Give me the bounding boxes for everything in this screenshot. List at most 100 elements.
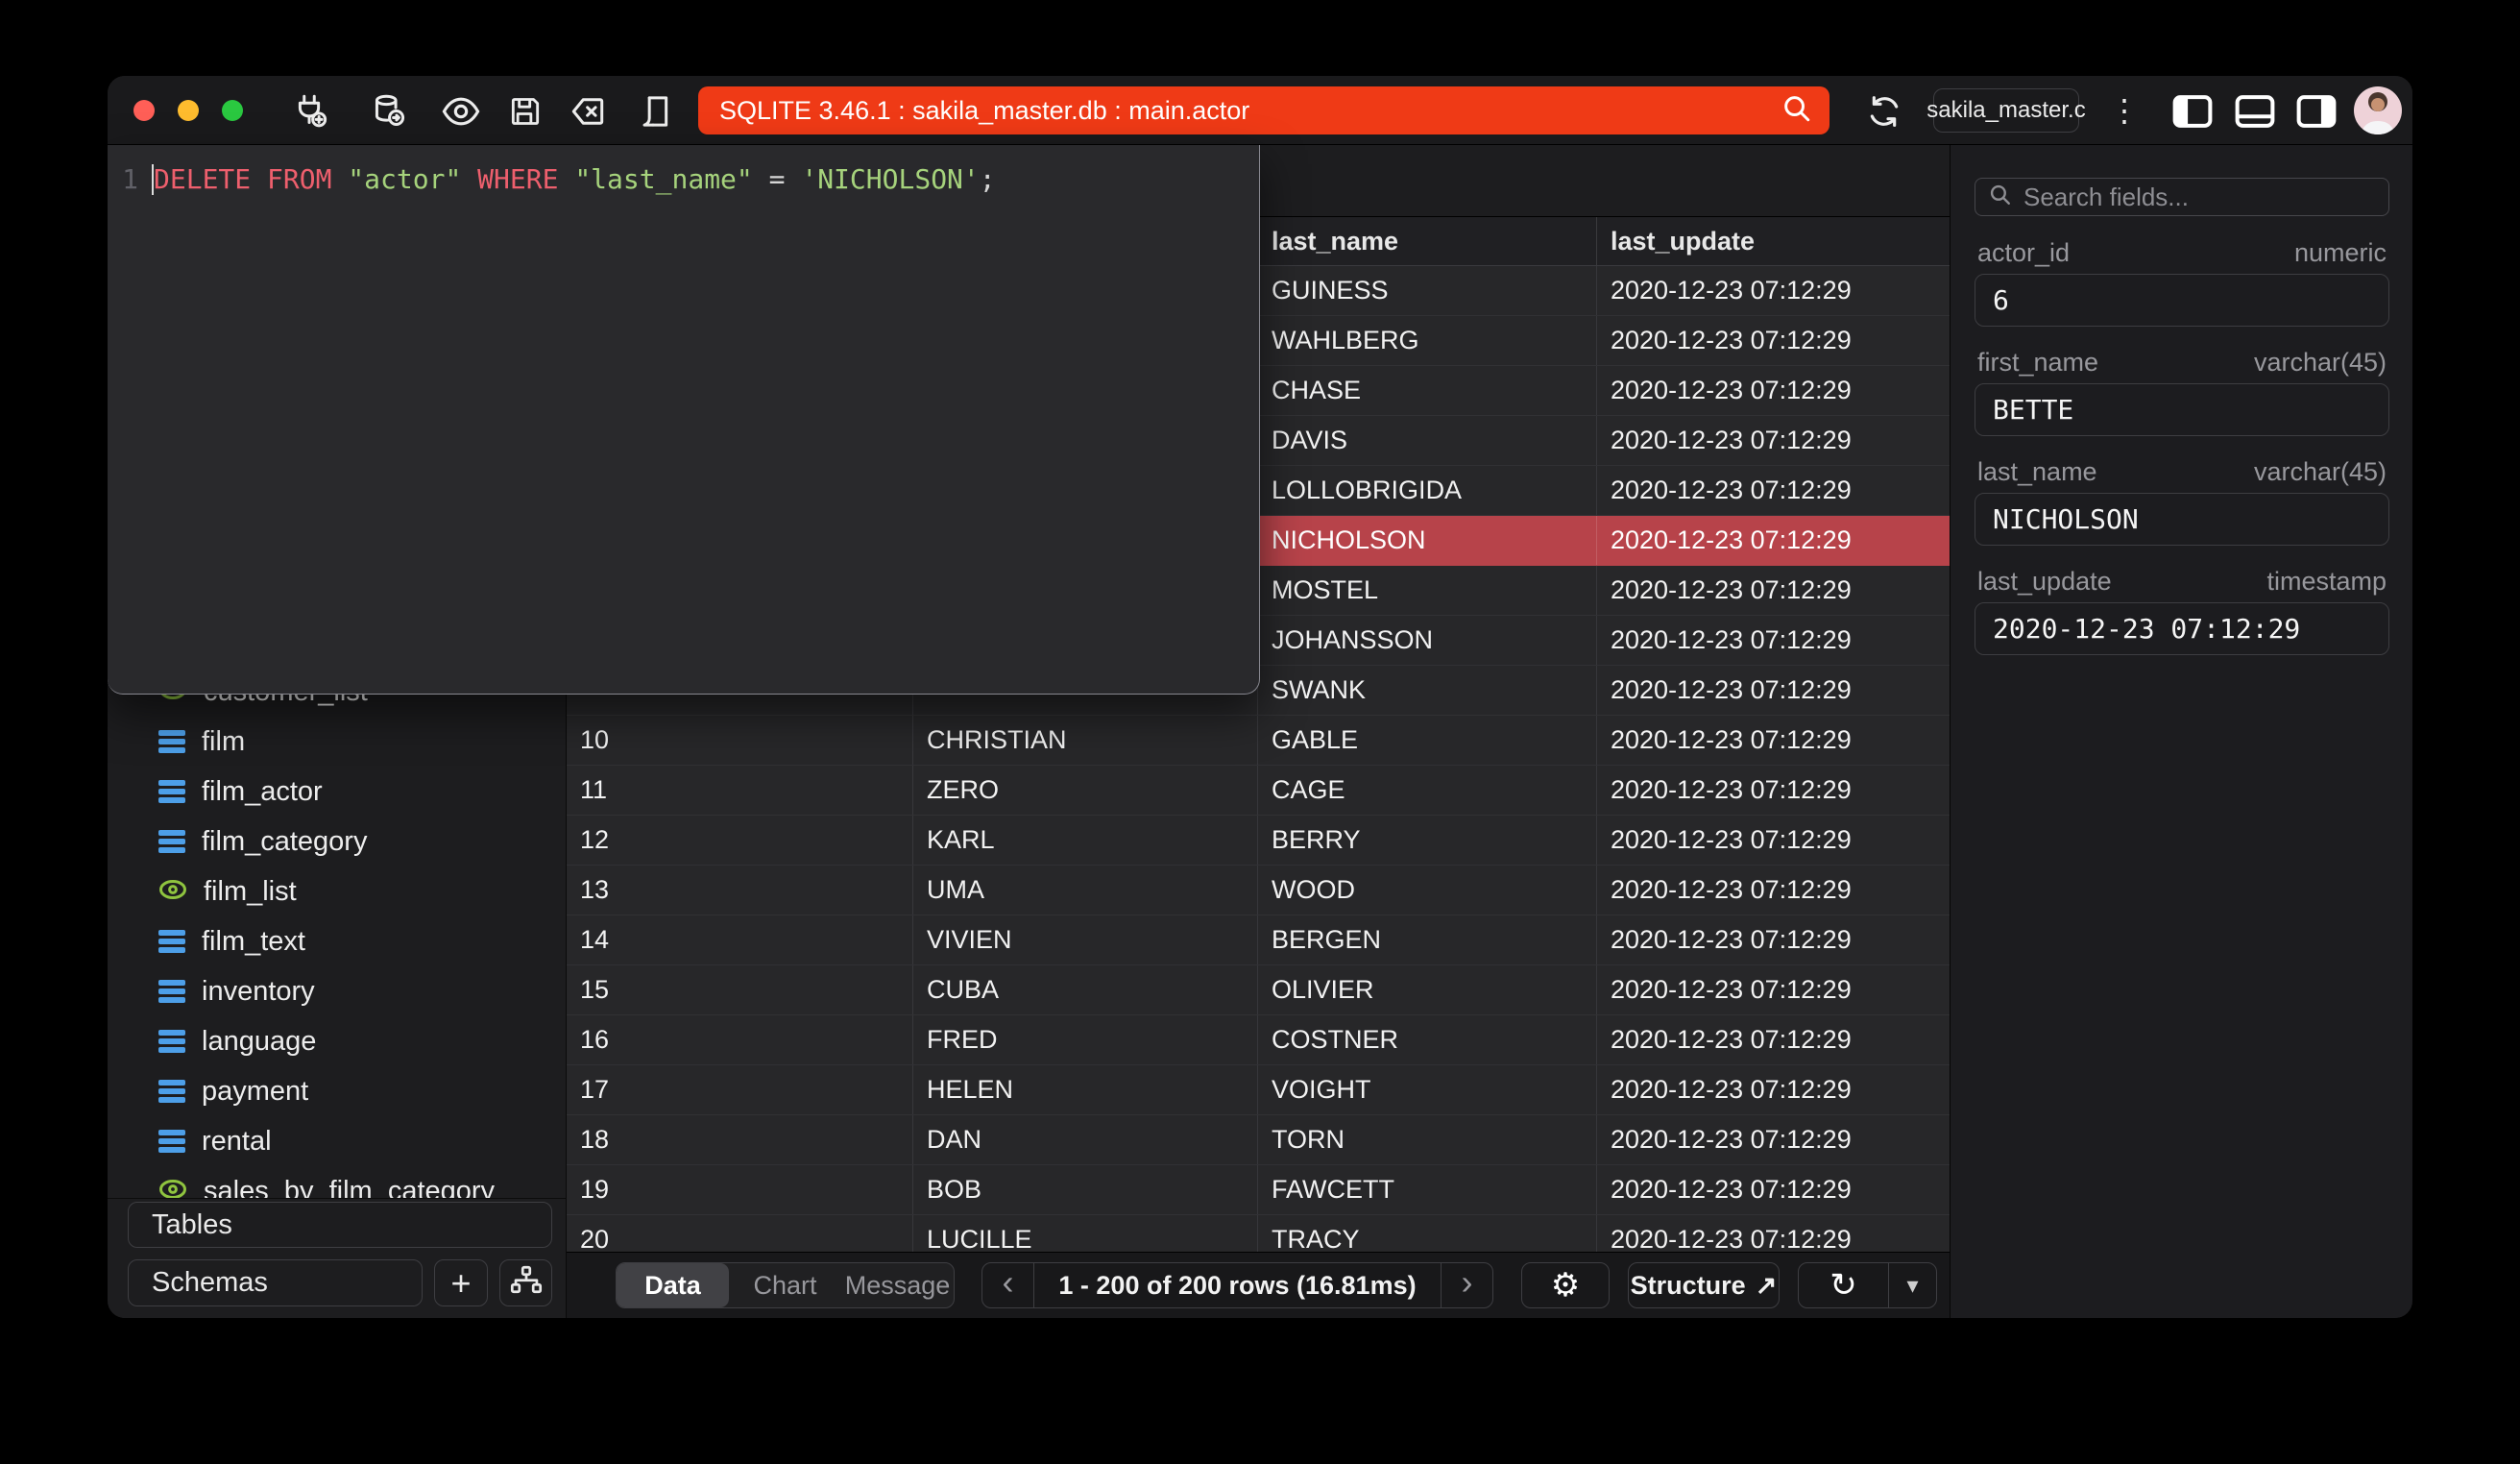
cell[interactable]: 11 — [567, 766, 913, 815]
sidebar-item-sales_by_film_category[interactable]: sales_by_film_category — [108, 1166, 567, 1198]
cell[interactable]: 13 — [567, 866, 913, 915]
cell[interactable]: OLIVIER — [1258, 965, 1597, 1014]
cell[interactable]: SWANK — [1258, 666, 1597, 715]
database-file-button[interactable]: sakila_master.c — [1933, 88, 2079, 133]
cell[interactable]: 17 — [567, 1065, 913, 1114]
cell[interactable]: 10 — [567, 716, 913, 765]
settings-button[interactable]: ⚙ — [1521, 1262, 1610, 1308]
eye-preview-icon[interactable] — [439, 89, 483, 134]
cell[interactable]: VOIGHT — [1258, 1065, 1597, 1114]
cell[interactable]: 2020-12-23 07:12:29 — [1597, 716, 1950, 765]
cell[interactable]: 2020-12-23 07:12:29 — [1597, 416, 1950, 465]
cell[interactable]: 20 — [567, 1215, 913, 1252]
sidebar-item-film_text[interactable]: film_text — [108, 916, 567, 966]
refresh-button[interactable]: ↻ — [1799, 1263, 1889, 1307]
cell[interactable]: DAN — [913, 1115, 1258, 1164]
cell[interactable]: GUINESS — [1258, 266, 1597, 315]
sidebar-item-language[interactable]: language — [108, 1016, 567, 1066]
cell[interactable]: 2020-12-23 07:12:29 — [1597, 266, 1950, 315]
panel-right-icon[interactable] — [2294, 89, 2338, 134]
cell[interactable]: COSTNER — [1258, 1015, 1597, 1064]
sql-editor-line[interactable]: 1 DELETE FROM "actor" WHERE "last_name" … — [108, 160, 1259, 199]
cell[interactable]: NICHOLSON — [1258, 516, 1597, 565]
cell[interactable]: WOOD — [1258, 866, 1597, 915]
user-avatar[interactable] — [2354, 86, 2402, 134]
cell[interactable]: 15 — [567, 965, 913, 1014]
field-value-first_name[interactable]: BETTE — [1975, 383, 2389, 436]
panel-left-icon[interactable] — [2170, 89, 2215, 134]
table-row[interactable]: 13UMAWOOD2020-12-23 07:12:29 — [567, 866, 1950, 915]
cell[interactable]: LUCILLE — [913, 1215, 1258, 1252]
sidebar-item-film_category[interactable]: film_category — [108, 817, 567, 866]
cell[interactable]: CHRISTIAN — [913, 716, 1258, 765]
search-icon[interactable] — [1780, 91, 1812, 131]
sync-refresh-icon[interactable] — [1862, 89, 1906, 134]
cell[interactable]: 18 — [567, 1115, 913, 1164]
cell[interactable]: LOLLOBRIGIDA — [1258, 466, 1597, 515]
cell[interactable]: 2020-12-23 07:12:29 — [1597, 316, 1950, 365]
cell[interactable]: 2020-12-23 07:12:29 — [1597, 965, 1950, 1014]
cell[interactable]: WAHLBERG — [1258, 316, 1597, 365]
table-row[interactable]: 15CUBAOLIVIER2020-12-23 07:12:29 — [567, 965, 1950, 1015]
add-button[interactable]: + — [434, 1259, 488, 1306]
table-row[interactable]: 17HELENVOIGHT2020-12-23 07:12:29 — [567, 1065, 1950, 1115]
cell[interactable]: 2020-12-23 07:12:29 — [1597, 1015, 1950, 1064]
cell[interactable]: UMA — [913, 866, 1258, 915]
next-page-button[interactable]: › — [1441, 1263, 1492, 1307]
tab-message[interactable]: Message — [841, 1263, 954, 1307]
sql-editor-popup[interactable]: 1 DELETE FROM "actor" WHERE "last_name" … — [108, 145, 1260, 695]
cell[interactable]: TORN — [1258, 1115, 1597, 1164]
cell[interactable]: 19 — [567, 1165, 913, 1214]
cell[interactable]: BERRY — [1258, 816, 1597, 865]
schema-diagram-button[interactable] — [499, 1259, 552, 1306]
table-row[interactable]: 19BOBFAWCETT2020-12-23 07:12:29 — [567, 1165, 1950, 1215]
table-row[interactable]: 14VIVIENBERGEN2020-12-23 07:12:29 — [567, 915, 1950, 965]
cell[interactable]: GABLE — [1258, 716, 1597, 765]
cell[interactable]: 2020-12-23 07:12:29 — [1597, 566, 1950, 615]
structure-button[interactable]: Structure ↗ — [1628, 1262, 1780, 1308]
table-row[interactable]: 10CHRISTIANGABLE2020-12-23 07:12:29 — [567, 716, 1950, 766]
cell[interactable]: DAVIS — [1258, 416, 1597, 465]
cell[interactable]: 2020-12-23 07:12:29 — [1597, 915, 1950, 964]
cell[interactable]: ZERO — [913, 766, 1258, 815]
open-database-icon[interactable] — [366, 89, 410, 134]
field-value-actor_id[interactable]: 6 — [1975, 274, 2389, 327]
traffic-minimize-button[interactable] — [178, 100, 199, 121]
cell[interactable]: KARL — [913, 816, 1258, 865]
tab-data[interactable]: Data — [617, 1263, 729, 1307]
table-row[interactable]: 16FREDCOSTNER2020-12-23 07:12:29 — [567, 1015, 1950, 1065]
cell[interactable]: TRACY — [1258, 1215, 1597, 1252]
cell[interactable]: CUBA — [913, 965, 1258, 1014]
cell[interactable]: BOB — [913, 1165, 1258, 1214]
sidebar-item-film_list[interactable]: film_list — [108, 866, 567, 916]
table-row[interactable]: 12KARLBERRY2020-12-23 07:12:29 — [567, 816, 1950, 866]
cell[interactable]: BERGEN — [1258, 915, 1597, 964]
fields-search-input[interactable]: Search fields... — [1975, 178, 2389, 216]
sidebar-item-film_actor[interactable]: film_actor — [108, 767, 567, 817]
table-row[interactable]: 11ZEROCAGE2020-12-23 07:12:29 — [567, 766, 1950, 816]
cell[interactable]: CHASE — [1258, 366, 1597, 415]
cell[interactable]: CAGE — [1258, 766, 1597, 815]
field-value-last_name[interactable]: NICHOLSON — [1975, 493, 2389, 546]
cell[interactable]: VIVIEN — [913, 915, 1258, 964]
traffic-zoom-button[interactable] — [222, 100, 243, 121]
cell[interactable]: 2020-12-23 07:12:29 — [1597, 466, 1950, 515]
sidebar-item-rental[interactable]: rental — [108, 1116, 567, 1166]
cell[interactable]: 2020-12-23 07:12:29 — [1597, 866, 1950, 915]
cell[interactable]: 14 — [567, 915, 913, 964]
table-row[interactable]: 18DANTORN2020-12-23 07:12:29 — [567, 1115, 1950, 1165]
sidebar-item-film[interactable]: film — [108, 717, 567, 767]
refresh-options-button[interactable]: ▾ — [1889, 1263, 1936, 1307]
cell[interactable]: 2020-12-23 07:12:29 — [1597, 516, 1950, 565]
cell[interactable]: 16 — [567, 1015, 913, 1064]
table-row[interactable]: 20LUCILLETRACY2020-12-23 07:12:29 — [567, 1215, 1950, 1252]
cell[interactable]: 2020-12-23 07:12:29 — [1597, 616, 1950, 665]
column-header-last_update[interactable]: last_update — [1597, 217, 1950, 265]
field-value-last_update[interactable]: 2020-12-23 07:12:29 — [1975, 602, 2389, 655]
cell[interactable]: FAWCETT — [1258, 1165, 1597, 1214]
cell[interactable]: 2020-12-23 07:12:29 — [1597, 1165, 1950, 1214]
sql-document-icon[interactable] — [633, 89, 677, 134]
panel-bottom-icon[interactable] — [2233, 89, 2277, 134]
cell[interactable]: HELEN — [913, 1065, 1258, 1114]
cell[interactable]: FRED — [913, 1015, 1258, 1064]
